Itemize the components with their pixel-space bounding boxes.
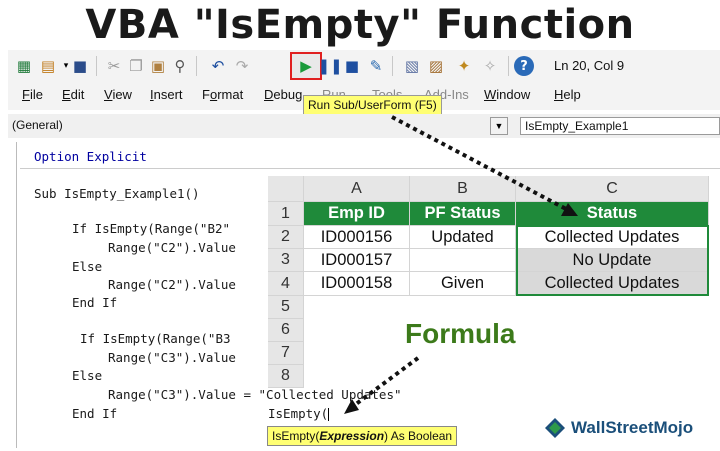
- standard-toolbar: ▦ ▤ ▾ ■ ✂ ❐ ▣ ⚲ ↶ ↷ ▶ ❚❚ ■ ✎ ▧ ▨ ✦ ✧ ? L…: [8, 50, 720, 82]
- cursor-position: Ln 20, Col 9: [554, 58, 625, 73]
- row-header-8[interactable]: 8: [268, 365, 304, 388]
- break-icon[interactable]: ❚❚: [317, 56, 342, 76]
- cut-icon[interactable]: ✂: [104, 56, 124, 76]
- project-explorer-icon[interactable]: ▧: [402, 56, 422, 76]
- cell-c3[interactable]: No Update: [516, 249, 709, 272]
- object-browser-icon[interactable]: ✦: [454, 56, 474, 76]
- col-header-a[interactable]: A: [304, 176, 410, 202]
- declarations-separator: [20, 168, 720, 169]
- code-if-1: If IsEmpty(Range("B2": [72, 221, 231, 236]
- formula-label: Formula: [405, 318, 516, 349]
- save-icon[interactable]: ■: [70, 56, 90, 76]
- run-tooltip: Run Sub/UserForm (F5): [303, 95, 442, 116]
- logo-icon: [545, 418, 565, 438]
- logo-text: WallStreetMojo: [571, 418, 694, 437]
- code-range-c3-b: Range("C3").Value = "Collected Updates": [108, 387, 402, 402]
- cell-c2[interactable]: Collected Updates: [516, 226, 709, 249]
- code-range-c2-a: Range("C2").Value: [108, 240, 236, 255]
- code-option-explicit: Option Explicit: [34, 149, 147, 164]
- insert-userform-icon[interactable]: ▤: [38, 56, 58, 76]
- cell-a3[interactable]: ID000157: [304, 249, 410, 272]
- code-range-c2-b: Range("C2").Value: [108, 277, 236, 292]
- code-else-1: Else: [72, 259, 103, 274]
- row-header-5[interactable]: 5: [268, 296, 304, 319]
- object-combo-dropdown-icon[interactable]: ▼: [490, 117, 508, 135]
- design-mode-icon[interactable]: ✎: [366, 56, 386, 76]
- syntax-tooltip: IsEmpty(Expression) As Boolean: [267, 426, 458, 446]
- code-window-header: (General) ▼ IsEmpty_Example1: [8, 114, 720, 138]
- menu-format[interactable]: Format: [202, 87, 243, 102]
- row-header-2[interactable]: 2: [268, 226, 304, 249]
- row-header-4[interactable]: 4: [268, 272, 304, 296]
- text-caret: [328, 408, 330, 421]
- object-combo[interactable]: (General): [8, 117, 488, 135]
- excel-icon[interactable]: ▦: [14, 56, 34, 76]
- run-icon[interactable]: ▶: [296, 56, 316, 76]
- redo-icon[interactable]: ↷: [232, 56, 252, 76]
- toolbar-separator: [508, 56, 509, 76]
- help-icon[interactable]: ?: [514, 56, 534, 76]
- paste-icon[interactable]: ▣: [148, 56, 168, 76]
- cell-b4[interactable]: Given: [410, 272, 516, 296]
- row-header-3[interactable]: 3: [268, 249, 304, 272]
- page-title: VBA "IsEmpty" Function: [85, 2, 635, 48]
- copy-icon[interactable]: ❐: [126, 56, 146, 76]
- code-typing: IsEmpty(: [268, 406, 330, 421]
- cell-a1[interactable]: Emp ID: [304, 202, 410, 226]
- cell-b3[interactable]: [410, 249, 516, 272]
- menu-edit[interactable]: Edit: [62, 87, 84, 102]
- code-else-2: Else: [72, 368, 103, 383]
- cell-a2[interactable]: ID000156: [304, 226, 410, 249]
- menu-file[interactable]: File: [22, 87, 43, 102]
- procedure-combo[interactable]: IsEmpty_Example1: [520, 117, 720, 135]
- col-header-c[interactable]: C: [516, 176, 709, 202]
- row-header-6[interactable]: 6: [268, 319, 304, 342]
- row-header-1[interactable]: 1: [268, 202, 304, 226]
- find-icon[interactable]: ⚲: [170, 56, 190, 76]
- toolbox-icon[interactable]: ✧: [480, 56, 500, 76]
- cell-c1[interactable]: Status: [516, 202, 709, 226]
- menu-debug[interactable]: Debug: [264, 87, 302, 102]
- menu-insert[interactable]: Insert: [150, 87, 183, 102]
- brand-logo: WallStreetMojo: [544, 417, 693, 439]
- menu-help[interactable]: Help: [554, 87, 581, 102]
- toolbar-separator: [392, 56, 393, 76]
- cell-b1[interactable]: PF Status: [410, 202, 516, 226]
- properties-icon[interactable]: ▨: [426, 56, 446, 76]
- col-header-b[interactable]: B: [410, 176, 516, 202]
- code-if-2: If IsEmpty(Range("B3: [80, 331, 231, 346]
- menu-view[interactable]: View: [104, 87, 132, 102]
- code-endif-2: End If: [72, 406, 118, 421]
- code-range-c3-a: Range("C3").Value: [108, 350, 236, 365]
- code-sub-line: Sub IsEmpty_Example1(): [34, 186, 200, 201]
- toolbar-separator: [96, 56, 97, 76]
- menu-window[interactable]: Window: [484, 87, 530, 102]
- toolbar-separator: [196, 56, 197, 76]
- select-all-corner[interactable]: [268, 176, 304, 202]
- row-header-7[interactable]: 7: [268, 342, 304, 365]
- reset-icon[interactable]: ■: [342, 56, 362, 76]
- cell-b2[interactable]: Updated: [410, 226, 516, 249]
- cell-a4[interactable]: ID000158: [304, 272, 410, 296]
- cell-c4[interactable]: Collected Updates: [516, 272, 709, 296]
- undo-icon[interactable]: ↶: [208, 56, 228, 76]
- code-endif-1: End If: [72, 295, 118, 310]
